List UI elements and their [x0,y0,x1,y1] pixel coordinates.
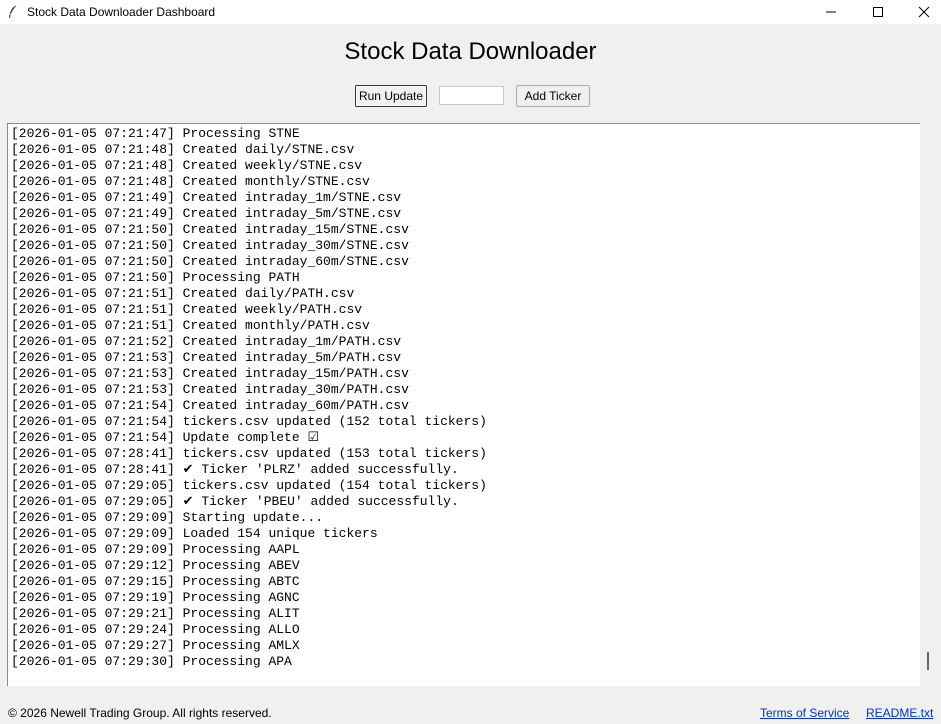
maximize-icon[interactable] [855,0,901,24]
log-line: [2026-01-05 07:28:41] tickers.csv update… [11,446,487,461]
log-line: [2026-01-05 07:21:51] Created monthly/PA… [11,318,370,333]
title-bar: Stock Data Downloader Dashboard [0,0,941,25]
log-line: [2026-01-05 07:21:50] Processing PATH [11,270,300,285]
log-output[interactable]: [2026-01-05 07:21:47] Processing STNE [20… [7,123,920,686]
log-line: [2026-01-05 07:29:21] Processing ALIT [11,606,300,621]
log-line: [2026-01-05 07:29:09] Loaded 154 unique … [11,526,378,541]
log-line: [2026-01-05 07:21:54] Update complete ☑ [11,430,320,445]
log-line: [2026-01-05 07:21:47] Processing STNE [11,126,300,141]
run-update-button[interactable]: Run Update [355,85,427,107]
close-icon[interactable] [901,0,941,24]
log-line: [2026-01-05 07:21:49] Created intraday_5… [11,206,402,221]
log-line: [2026-01-05 07:21:52] Created intraday_1… [11,334,402,349]
log-line: [2026-01-05 07:29:15] Processing ABTC [11,574,300,589]
log-line: [2026-01-05 07:21:51] Created weekly/PAT… [11,302,363,317]
log-line: [2026-01-05 07:29:05] ✔ Ticker 'PBEU' ad… [11,494,459,509]
log-line: [2026-01-05 07:29:12] Processing ABEV [11,558,300,573]
log-line: [2026-01-05 07:21:48] Created weekly/STN… [11,158,363,173]
log-line: [2026-01-05 07:21:54] tickers.csv update… [11,414,487,429]
minimize-icon[interactable] [808,0,854,24]
terms-link[interactable]: Terms of Service [760,706,849,720]
log-line: [2026-01-05 07:21:48] Created monthly/ST… [11,174,370,189]
log-line: [2026-01-05 07:21:48] Created daily/STNE… [11,142,355,157]
log-line: [2026-01-05 07:21:51] Created daily/PATH… [11,286,355,301]
log-line: [2026-01-05 07:29:27] Processing AMLX [11,638,300,653]
log-line: [2026-01-05 07:29:05] tickers.csv update… [11,478,487,493]
feather-icon [9,4,18,18]
log-line: [2026-01-05 07:21:54] Created intraday_6… [11,398,409,413]
log-lines: [2026-01-05 07:21:47] Processing STNE [20… [11,126,487,670]
add-ticker-button[interactable]: Add Ticker [516,85,590,107]
log-line: [2026-01-05 07:21:53] Created intraday_5… [11,350,402,365]
readme-link[interactable]: README.txt [866,706,933,720]
log-line: [2026-01-05 07:29:09] Starting update... [11,510,324,525]
scrollbar-thumb[interactable] [927,652,929,670]
log-line: [2026-01-05 07:21:50] Created intraday_6… [11,254,409,269]
copyright-text: © 2026 Newell Trading Group. All rights … [8,706,272,720]
window-title: Stock Data Downloader Dashboard [27,5,216,19]
log-line: [2026-01-05 07:29:30] Processing APA [11,654,292,669]
log-line: [2026-01-05 07:29:09] Processing AAPL [11,542,300,557]
log-line: [2026-01-05 07:29:19] Processing AGNC [11,590,300,605]
log-line: [2026-01-05 07:21:53] Created intraday_3… [11,382,409,397]
log-line: [2026-01-05 07:21:50] Created intraday_3… [11,238,409,253]
ticker-input[interactable] [439,86,504,105]
log-line: [2026-01-05 07:21:53] Created intraday_1… [11,366,409,381]
page-title: Stock Data Downloader [344,38,597,65]
log-line: [2026-01-05 07:21:50] Created intraday_1… [11,222,409,237]
log-line: [2026-01-05 07:21:49] Created intraday_1… [11,190,402,205]
log-line: [2026-01-05 07:28:41] ✔ Ticker 'PLRZ' ad… [11,462,459,477]
log-line: [2026-01-05 07:29:24] Processing ALLO [11,622,300,637]
